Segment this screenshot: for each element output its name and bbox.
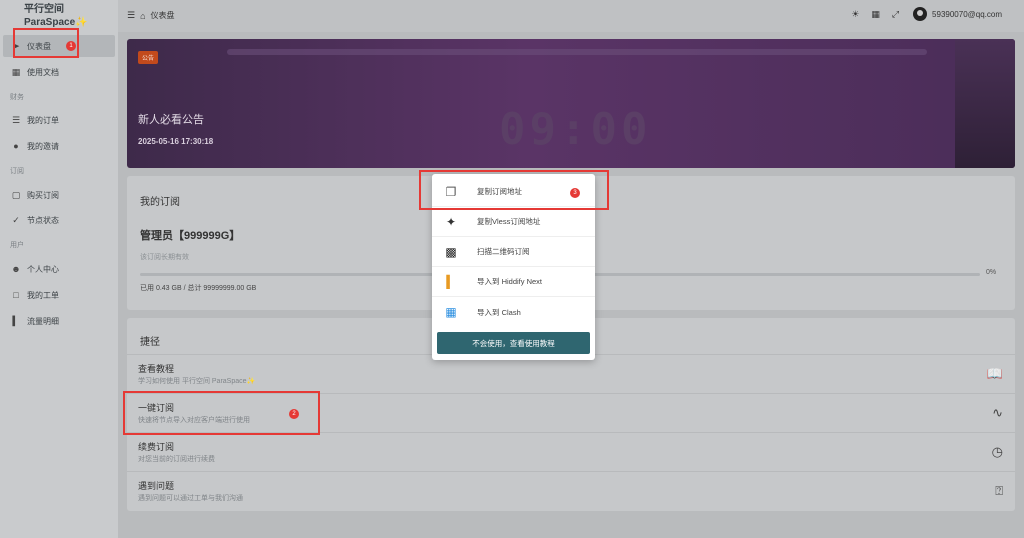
announcement-date: 2025-05-16 17:30:18 bbox=[138, 137, 214, 146]
subscription-card-title: 我的订阅 bbox=[140, 197, 180, 208]
annotation-number-2: 2 bbox=[289, 409, 299, 419]
banner-decoration-right bbox=[955, 39, 1015, 168]
chat-icon: □ bbox=[13, 290, 19, 300]
header-bar: ☰ ⌂ 仪表盘 ☀ ▦ ⤢ 59390070@qq.com bbox=[118, 0, 1024, 32]
nav-group-subscription: 订阅 bbox=[10, 168, 24, 175]
announcement-banner[interactable]: 09:00 公告 新人必看公告 2025-05-16 17:30:18 bbox=[127, 39, 1015, 168]
sidebar-item-orders[interactable]: ☰ 我的订单 bbox=[3, 109, 115, 131]
nav-group-finance: 财务 bbox=[10, 94, 24, 101]
popup-item-label: 导入到 Hiddify Next bbox=[477, 277, 543, 286]
announcement-title: 新人必看公告 bbox=[138, 114, 204, 126]
sidebar: 平行空间 ParaSpace✨ ➤ 仪表盘 ▦ 使用文档 财务 ☰ 我的订单 ●… bbox=[0, 0, 118, 538]
clash-icon: ▦ bbox=[445, 305, 457, 319]
shortcut-renew[interactable]: 续费订阅 对您当前的订阅进行续费 ◷ bbox=[127, 432, 1015, 471]
banner-clock: 09:00 bbox=[499, 104, 652, 155]
shortcut-desc: 对您当前的订阅进行续费 bbox=[138, 456, 215, 463]
shortcut-title: 续费订阅 bbox=[138, 442, 175, 452]
list-icon: ☰ bbox=[11, 114, 21, 125]
brand-line1: 平行空间 bbox=[24, 4, 64, 15]
shortcuts-title: 捷径 bbox=[140, 337, 160, 348]
clock-icon: ◷ bbox=[991, 444, 1003, 459]
sidebar-item-label: 我的邀请 bbox=[27, 141, 59, 151]
sidebar-item-label: 我的工单 bbox=[27, 290, 59, 300]
sidebar-item-profile[interactable]: ☻ 个人中心 bbox=[3, 258, 115, 280]
breadcrumb-label: 仪表盘 bbox=[150, 11, 175, 20]
shortcut-title: 遇到问题 bbox=[138, 481, 175, 491]
usage-text: 已用 0.43 GB / 总计 99999999.00 GB bbox=[140, 285, 257, 292]
theme-toggle-icon[interactable]: ☀ bbox=[851, 9, 859, 20]
popup-item-clash[interactable]: ▦ 导入到 Clash bbox=[432, 297, 595, 327]
sidebar-item-label: 我的订单 bbox=[27, 115, 59, 125]
fullscreen-icon[interactable]: ⤢ bbox=[892, 9, 899, 20]
popup-item-copy-vless[interactable]: ✦ 复制Vless订阅地址 bbox=[432, 207, 595, 237]
popup-item-label: 扫描二维码订阅 bbox=[477, 247, 530, 256]
brand-logo[interactable]: 平行空间 ParaSpace✨ bbox=[24, 3, 88, 29]
shortcut-desc: 学习如何使用 平行空间 ParaSpace✨ bbox=[138, 378, 256, 385]
book-icon: 📖 bbox=[986, 366, 1003, 381]
view-tutorial-button[interactable]: 不会使用，查看使用教程 bbox=[437, 332, 590, 354]
bag-icon: ▢ bbox=[11, 189, 21, 200]
sidebar-item-label: 节点状态 bbox=[27, 215, 59, 225]
rss-icon: ∿ bbox=[992, 405, 1003, 420]
language-icon[interactable]: ▦ bbox=[871, 9, 880, 20]
sidebar-item-buy[interactable]: ▢ 购买订阅 bbox=[3, 184, 115, 206]
nav-group-user: 用户 bbox=[10, 242, 24, 249]
shortcut-title: 查看教程 bbox=[138, 364, 175, 374]
sidebar-item-label: 购买订阅 bbox=[27, 190, 59, 200]
subscription-validity: 该订阅长期有效 bbox=[140, 254, 189, 261]
bar-chart-icon: ▍ bbox=[12, 315, 20, 326]
announcement-badge: 公告 bbox=[138, 51, 159, 64]
sidebar-item-invites[interactable]: ● 我的邀请 bbox=[3, 135, 115, 157]
sidebar-item-traffic[interactable]: ▍ 流量明细 bbox=[3, 310, 115, 332]
help-icon: ⍰ bbox=[995, 483, 1003, 498]
header-actions: ☀ ▦ ⤢ 59390070@qq.com bbox=[839, 7, 1002, 21]
popup-item-qrcode[interactable]: ▩ 扫描二维码订阅 bbox=[432, 237, 595, 267]
avatar[interactable] bbox=[913, 7, 928, 21]
menu-toggle-icon[interactable]: ☰ bbox=[127, 10, 135, 21]
banner-decoration bbox=[227, 49, 927, 55]
vless-icon: ✦ bbox=[445, 214, 457, 229]
sidebar-item-label: 个人中心 bbox=[27, 264, 59, 274]
usage-percent: 0% bbox=[986, 269, 997, 276]
popup-item-hiddify[interactable]: ▍ 导入到 Hiddify Next bbox=[432, 267, 595, 297]
sidebar-item-node-status[interactable]: ✓ 节点状态 bbox=[3, 209, 115, 231]
user-email[interactable]: 59390070@qq.com bbox=[932, 10, 1002, 19]
sidebar-item-label: 流量明细 bbox=[27, 316, 59, 326]
users-icon: ● bbox=[13, 141, 19, 151]
annotation-number-3: 3 bbox=[570, 188, 580, 198]
annotation-box-3 bbox=[419, 170, 609, 210]
hiddify-icon: ▍ bbox=[446, 274, 456, 289]
popup-item-label: 导入到 Clash bbox=[477, 307, 521, 317]
qrcode-icon: ▩ bbox=[445, 244, 457, 259]
shortcut-help[interactable]: 遇到问题 遇到问题可以通过工单与我们沟通 ⍰ bbox=[127, 471, 1015, 510]
shortcut-desc: 遇到问题可以通过工单与我们沟通 bbox=[138, 495, 243, 502]
home-icon[interactable]: ⌂ bbox=[140, 11, 145, 21]
sidebar-item-docs[interactable]: ▦ 使用文档 bbox=[3, 61, 115, 83]
book-icon: ▦ bbox=[11, 66, 21, 77]
sidebar-item-label: 使用文档 bbox=[27, 67, 59, 77]
annotation-number-1: 1 bbox=[66, 41, 76, 51]
user-icon: ☻ bbox=[11, 264, 21, 274]
popup-item-label: 复制Vless订阅地址 bbox=[477, 217, 541, 226]
sidebar-item-tickets[interactable]: □ 我的工单 bbox=[3, 284, 115, 306]
check-circle-icon: ✓ bbox=[12, 214, 20, 225]
breadcrumb: ☰ ⌂ 仪表盘 bbox=[127, 10, 175, 21]
subscription-name: 管理员【999999G】 bbox=[140, 230, 241, 242]
